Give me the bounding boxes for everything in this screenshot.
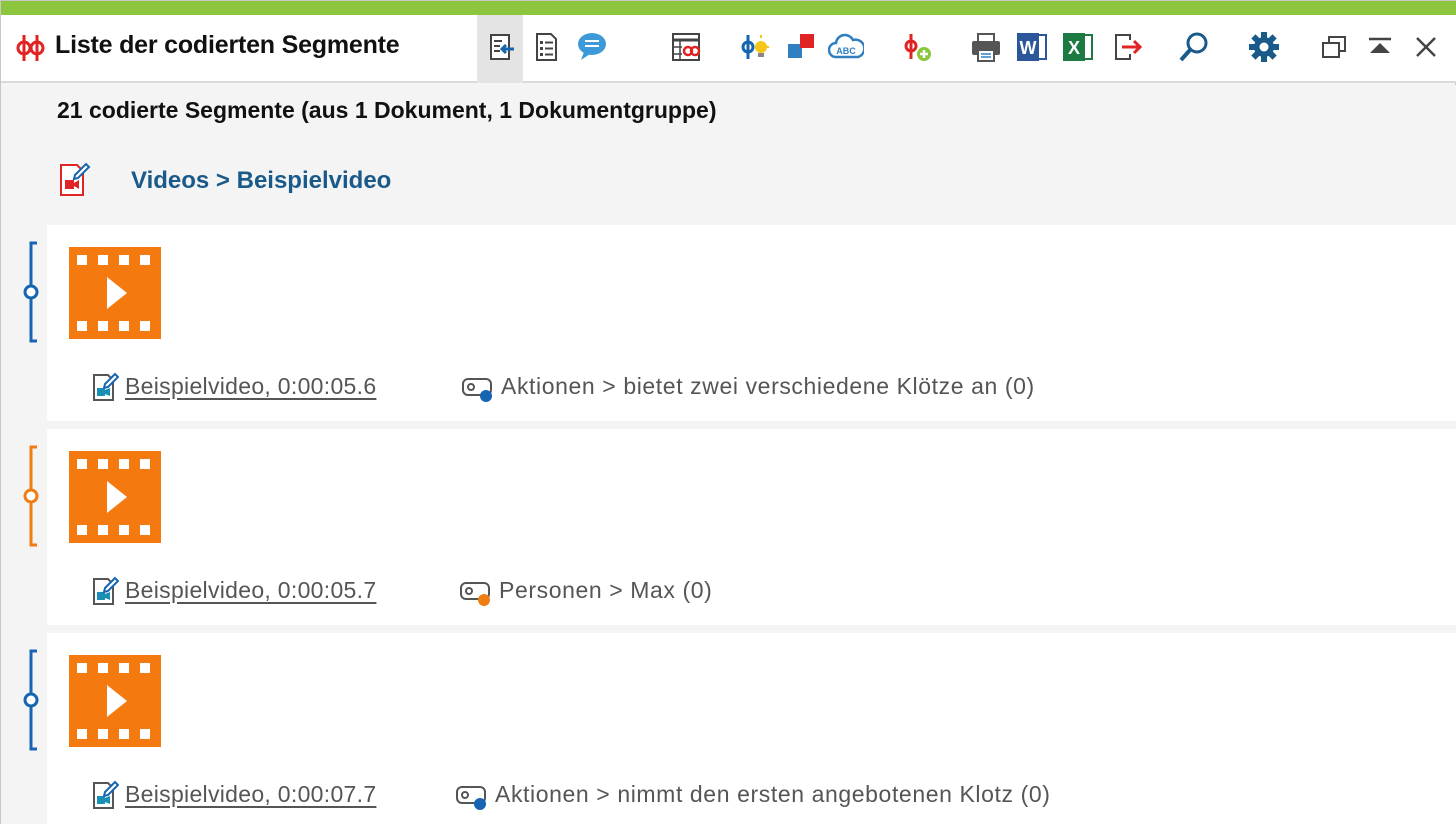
segment-code-label: Aktionen > nimmt den ersten angebotenen …	[495, 781, 1051, 807]
code-tag-icon	[459, 579, 493, 607]
search-button[interactable]	[1171, 23, 1217, 75]
window-title: Liste der codierten Segmente	[55, 31, 400, 59]
paraphrase-button[interactable]	[731, 23, 777, 75]
apply-to-document-button[interactable]	[477, 15, 523, 83]
segments-list: 21 codierte Segmente (aus 1 Dokument, 1 …	[1, 85, 1456, 824]
add-code-button[interactable]	[893, 23, 939, 75]
print-button[interactable]	[963, 23, 1009, 75]
speech-bubble-icon	[574, 29, 610, 70]
code-tag-icon	[455, 783, 489, 811]
svg-text:W: W	[1020, 38, 1037, 58]
segment-source-link[interactable]: Beispielvideo, 0:00:07.7	[125, 781, 376, 808]
segment-code-label: Personen > Max (0)	[499, 577, 713, 603]
segment-row[interactable]: Beispielvideo, 0:00:05.7 Personen > Max …	[23, 429, 1456, 625]
segment-bracket-marker[interactable]	[23, 241, 45, 345]
video-document-small-icon	[91, 371, 120, 403]
memo-comments-button[interactable]	[569, 23, 615, 75]
export-excel-button[interactable]: X	[1055, 23, 1101, 75]
video-document-icon	[57, 161, 91, 199]
video-document-small-icon	[91, 575, 120, 607]
undock-window-icon	[1316, 29, 1352, 70]
export-button[interactable]	[1103, 23, 1149, 75]
cloud-abc-icon: ABC	[827, 29, 866, 70]
code-tag-icon	[461, 375, 495, 403]
export-word-button[interactable]: W	[1009, 23, 1055, 75]
document-path[interactable]: Videos > Beispielvideo	[131, 167, 391, 195]
gear-icon	[1246, 29, 1282, 70]
segment-source-link[interactable]: Beispielvideo, 0:00:05.6	[125, 373, 376, 400]
svg-text:ABC: ABC	[836, 46, 856, 56]
code-lightbulb-icon	[736, 29, 772, 70]
color-codes-button[interactable]	[777, 23, 823, 75]
video-thumbnail-icon[interactable]	[69, 247, 161, 339]
list-view-button[interactable]	[523, 23, 569, 75]
video-thumbnail-icon[interactable]	[69, 451, 161, 543]
collapse-up-icon	[1362, 29, 1398, 70]
video-document-small-icon	[91, 779, 120, 811]
coded-segments-app-icon	[13, 31, 47, 65]
segment-bracket-marker[interactable]	[23, 445, 45, 549]
window-accent-bar	[1, 1, 1456, 15]
close-icon	[1408, 29, 1444, 70]
svg-text:X: X	[1068, 38, 1080, 58]
toolbar: Liste der codierten Segmente ABC W X	[1, 15, 1456, 83]
segment-row[interactable]: Beispielvideo, 0:00:05.6 Aktionen > biet…	[23, 225, 1456, 421]
undock-button[interactable]	[1311, 23, 1357, 75]
close-button[interactable]	[1403, 23, 1449, 75]
settings-button[interactable]	[1241, 23, 1287, 75]
segments-summary: 21 codierte Segmente (aus 1 Dokument, 1 …	[57, 97, 717, 123]
word-cloud-button[interactable]: ABC	[823, 23, 869, 75]
segment-code-label: Aktionen > bietet zwei verschiedene Klöt…	[501, 373, 1035, 399]
segment-source-link[interactable]: Beispielvideo, 0:00:05.7	[125, 577, 376, 604]
word-icon: W	[1014, 29, 1050, 70]
video-thumbnail-icon[interactable]	[69, 655, 161, 747]
code-plus-icon	[898, 29, 934, 70]
list-document-icon	[528, 29, 564, 70]
collapse-button[interactable]	[1357, 23, 1403, 75]
segment-row[interactable]: Beispielvideo, 0:00:07.7 Aktionen > nimm…	[23, 633, 1456, 824]
code-matrix-button[interactable]	[663, 23, 709, 75]
table-codes-icon	[668, 29, 704, 70]
segment-bracket-marker[interactable]	[23, 649, 45, 753]
document-arrow-icon	[482, 29, 518, 70]
printer-icon	[968, 29, 1004, 70]
coded-segments-window: Liste der codierten Segmente ABC W X 21 …	[0, 0, 1456, 824]
color-squares-icon	[782, 29, 818, 70]
search-icon	[1176, 29, 1212, 70]
excel-icon: X	[1060, 29, 1096, 70]
export-arrow-icon	[1108, 29, 1144, 70]
